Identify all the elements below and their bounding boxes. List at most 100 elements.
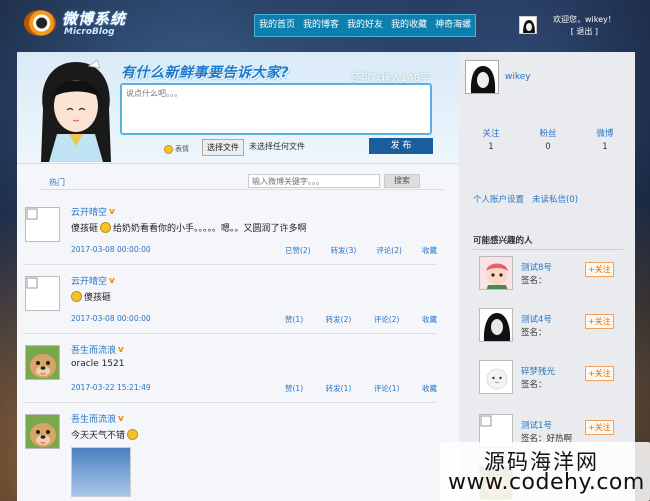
suggestion-item: 测试4号 签名： +关注 xyxy=(479,308,627,348)
post-body: 吾生而流浪 v 今天天气不错 xyxy=(71,412,433,497)
repost-link[interactable]: 转发(3) xyxy=(331,245,357,256)
post-avatar-dog[interactable] xyxy=(25,414,60,449)
post-text: 傻孩砸 给奶奶看看你的小手。。。。。嗯。。又圆润了许多啊 xyxy=(71,222,307,234)
post-image[interactable] xyxy=(71,447,131,497)
suggestion-name[interactable]: 测试1号 xyxy=(521,419,552,431)
stat-posts[interactable]: 微博 1 xyxy=(587,128,623,154)
post-body: 云开晴空 v 傻孩砸 xyxy=(71,274,433,303)
nav-favorites[interactable]: 我的收藏 xyxy=(387,15,431,36)
emoji-face-icon xyxy=(100,222,112,233)
publish-slogan: 有什么新鲜事要告诉大家? xyxy=(121,65,290,81)
follow-button[interactable]: +关注 xyxy=(585,366,614,381)
like-link[interactable]: 赞(1) xyxy=(285,314,303,325)
comment-link[interactable]: 评论(1) xyxy=(374,383,400,394)
suggestion-item: 碎梦残光 签名： +关注 xyxy=(479,360,627,400)
comment-link[interactable]: 评论(2) xyxy=(376,245,402,256)
favorite-link[interactable]: 收藏 xyxy=(422,245,437,256)
follow-button[interactable]: +关注 xyxy=(585,314,614,329)
nav-home[interactable]: 我的首页 xyxy=(255,15,299,36)
suggestions-title: 可能感兴趣的人 xyxy=(473,234,623,250)
suggestion-avatar[interactable] xyxy=(479,256,513,290)
post-author[interactable]: 云开晴空 v xyxy=(71,274,433,288)
verified-icon: v xyxy=(109,206,115,217)
like-link[interactable]: 已赞(2) xyxy=(285,245,311,256)
watermark: 源码海洋网 www.codehy.com xyxy=(440,442,650,501)
post-actions: 赞(1) 转发(2) 评论(2) 收藏 xyxy=(285,314,437,325)
suggestion-sign: 签名： xyxy=(521,328,547,338)
verified-icon: v xyxy=(109,275,115,286)
post-author[interactable]: 云开晴空 v xyxy=(71,205,433,219)
profile-avatar[interactable] xyxy=(465,60,499,94)
verified-icon: v xyxy=(118,344,124,355)
logo-eye-icon xyxy=(24,10,56,36)
repost-link[interactable]: 转发(2) xyxy=(326,314,352,325)
verified-icon: v xyxy=(118,413,124,424)
follow-button[interactable]: +关注 xyxy=(585,420,614,435)
suggestion-avatar[interactable] xyxy=(479,308,513,342)
watermark-url: www.codehy.com xyxy=(448,470,645,495)
post-text: oracle 1521 xyxy=(71,359,125,369)
emoji-label: 表情 xyxy=(175,145,189,153)
like-link[interactable]: 赞(1) xyxy=(285,383,303,394)
profile-name[interactable]: wikey xyxy=(505,72,531,82)
feed-toolbar: 热门 搜索 xyxy=(39,174,444,190)
suggestion-sign: 签名： xyxy=(521,380,547,390)
site-logo[interactable]: 微博系统 MicroBlog xyxy=(24,8,134,38)
top-nav: 我的首页 我的博客 我的好友 我的收藏 神奇海螺 xyxy=(254,14,477,37)
stat-fans[interactable]: 粉丝 0 xyxy=(530,128,566,154)
account-settings-link[interactable]: 个人账户设置 xyxy=(473,193,524,205)
logo-title: 微博系统 xyxy=(62,10,127,28)
favorite-link[interactable]: 收藏 xyxy=(422,314,437,325)
comment-link[interactable]: 评论(2) xyxy=(374,314,400,325)
suggestion-sign: 签名： xyxy=(521,276,547,286)
post-item: 吾生而流浪 v 今天天气不错 xyxy=(23,410,437,501)
suggestion-name[interactable]: 测试4号 xyxy=(521,313,552,325)
post-item: 云开晴空 v 傻孩砸 2017-03-08 00:00:00 赞(1) 转发(2)… xyxy=(23,272,437,334)
post-text: 傻孩砸 xyxy=(71,290,433,303)
post-avatar-dog[interactable] xyxy=(25,345,60,380)
post-author[interactable]: 吾生而流浪 v xyxy=(71,343,433,357)
favorite-link[interactable]: 收藏 xyxy=(422,383,437,394)
suggestion-name[interactable]: 测试8号 xyxy=(521,261,552,273)
follow-button[interactable]: +关注 xyxy=(585,262,614,277)
repost-link[interactable]: 转发(1) xyxy=(326,383,352,394)
sidebar: wikey 关注 1 粉丝 0 微博 1 个人账户设置 未读私信(0) 可能感兴… xyxy=(459,52,635,501)
nav-friends[interactable]: 我的好友 xyxy=(343,15,387,36)
search-button[interactable]: 搜索 xyxy=(384,174,420,188)
unread-messages-link[interactable]: 未读私信(0) xyxy=(532,193,578,205)
emoji-button[interactable]: 表情 xyxy=(164,142,194,156)
post-body: 吾生而流浪 v oracle 1521 xyxy=(71,343,433,370)
choose-file-button[interactable]: 选择文件 xyxy=(202,139,244,156)
emoji-face-icon xyxy=(127,429,139,440)
publish-button[interactable]: 发 布 xyxy=(369,138,433,154)
anime-girl-illustration xyxy=(41,59,111,162)
post-body: 云开晴空 v 傻孩砸 给奶奶看看你的小手。。。。。嗯。。又圆润了许多啊 xyxy=(71,205,433,235)
nav-my-blog[interactable]: 我的博客 xyxy=(299,15,343,36)
suggestion-avatar[interactable] xyxy=(479,360,513,394)
post-avatar-broken[interactable] xyxy=(25,207,60,242)
post-time: 2017-03-08 00:00:00 xyxy=(71,245,151,254)
smile-icon xyxy=(164,144,173,154)
post-item: 吾生而流浪 v oracle 1521 2017-03-22 15:21:49 赞… xyxy=(23,341,437,403)
logout-link[interactable]: [ 退出 ] xyxy=(553,26,616,38)
post-author[interactable]: 吾生而流浪 v xyxy=(71,412,433,426)
post-actions: 已赞(2) 转发(3) 评论(2) 收藏 xyxy=(285,245,437,256)
header-avatar[interactable] xyxy=(519,16,537,34)
file-status: 未选择任何文件 xyxy=(249,142,305,151)
post-time: 2017-03-22 15:21:49 xyxy=(71,383,151,392)
account-links: 个人账户设置 未读私信(0) xyxy=(473,193,578,205)
char-remaining: 还可以输入140字 xyxy=(351,73,431,84)
post-avatar-broken[interactable] xyxy=(25,276,60,311)
nav-magic-conch[interactable]: 神奇海螺 xyxy=(431,15,475,36)
post-actions: 赞(1) 转发(1) 评论(1) 收藏 xyxy=(285,383,437,394)
welcome-box: 欢迎您，wikey！ [ 退出 ] xyxy=(553,14,616,38)
post-text: 今天天气不错 xyxy=(71,428,433,441)
welcome-text: 欢迎您，wikey！ xyxy=(553,15,616,24)
stat-following[interactable]: 关注 1 xyxy=(473,128,509,154)
publish-box: 有什么新鲜事要告诉大家? 还可以输入140字 表情 选择文件 未选择任何文件 发… xyxy=(17,52,459,164)
suggestion-name[interactable]: 碎梦残光 xyxy=(521,365,555,377)
search-input[interactable] xyxy=(248,174,380,188)
publish-textarea[interactable] xyxy=(120,83,432,135)
post-item: 云开晴空 v 傻孩砸 给奶奶看看你的小手。。。。。嗯。。又圆润了许多啊 2017-0… xyxy=(23,203,437,265)
tab-hot[interactable]: 热门 xyxy=(49,177,65,188)
